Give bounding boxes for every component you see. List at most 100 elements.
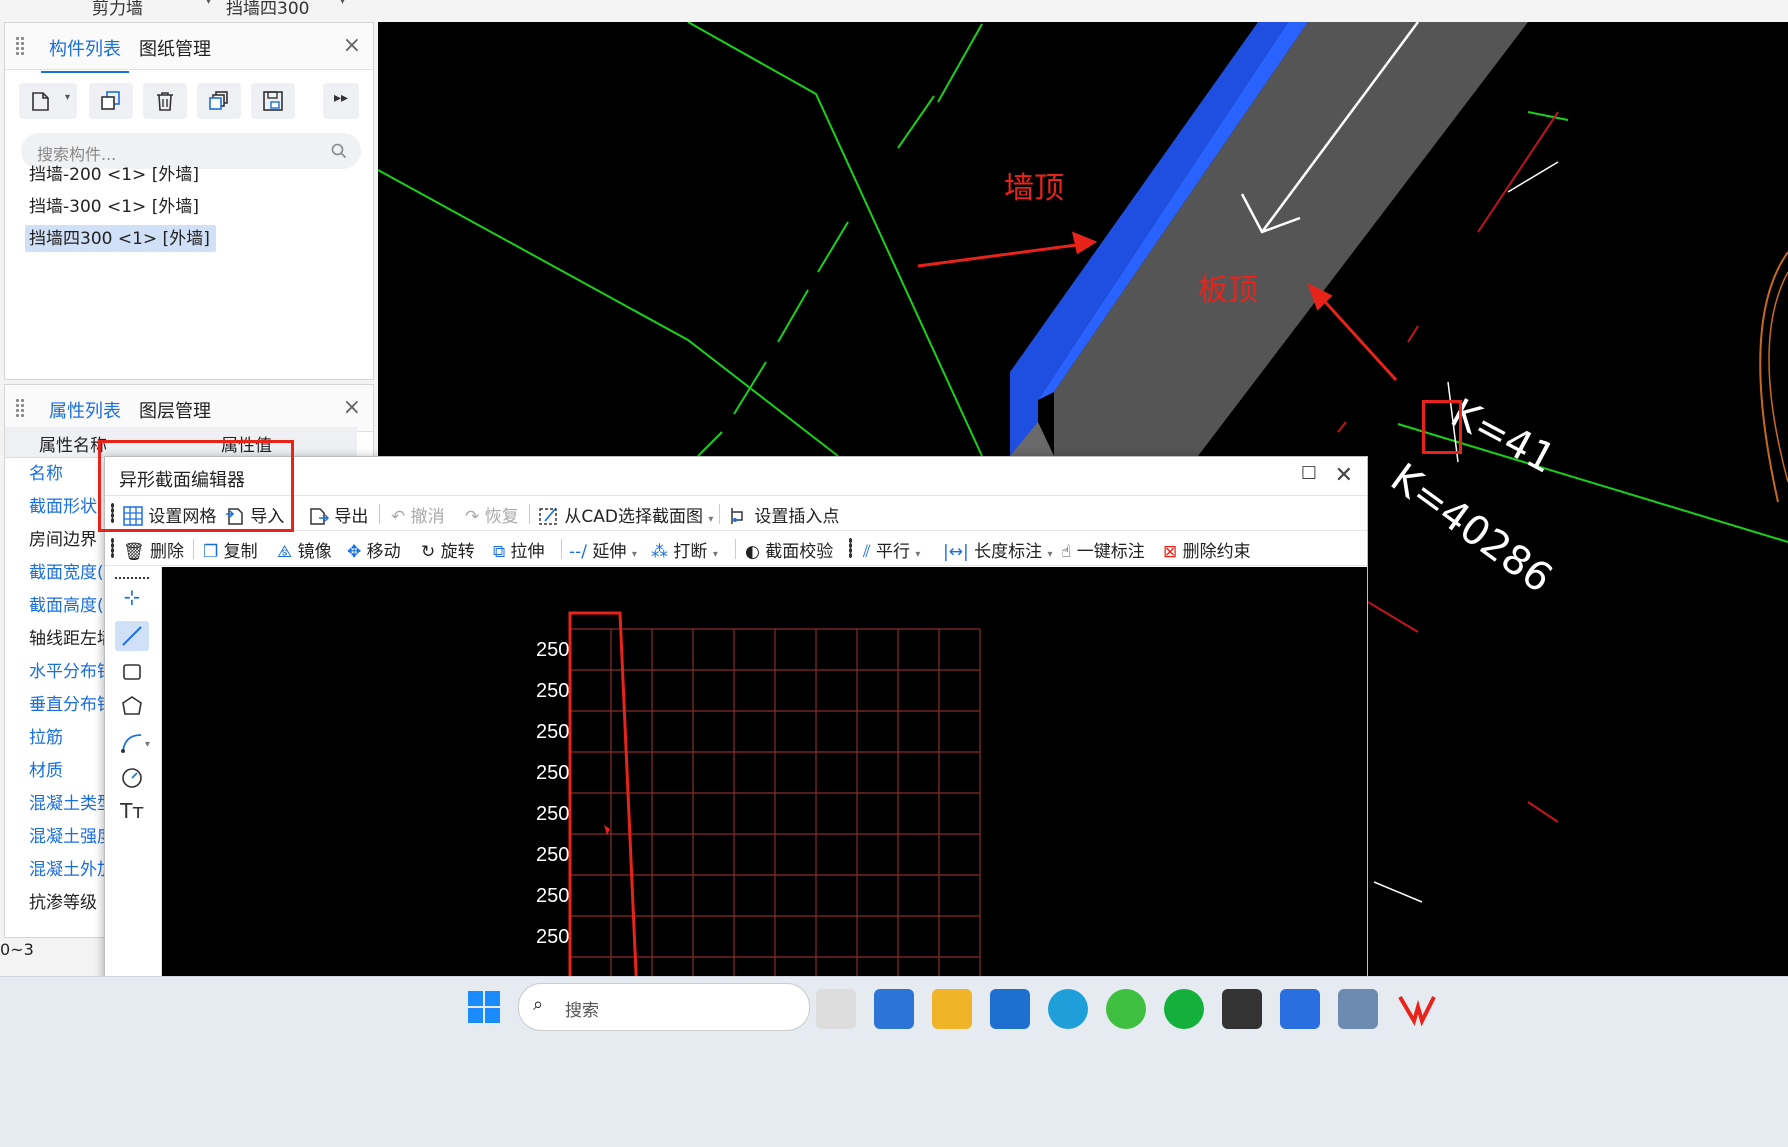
property-row-label[interactable]: 拉筋 (29, 727, 63, 749)
property-row-label[interactable]: 抗渗等级 (29, 892, 97, 914)
component-combo[interactable]: 挡墙四300 (226, 0, 309, 19)
set-insert-point-label: 设置插入点 (754, 507, 840, 527)
property-row-label[interactable]: 混凝土外加 (29, 859, 114, 881)
layer-copy-button[interactable] (197, 83, 241, 119)
chevron-down-icon[interactable]: ▾ (708, 514, 713, 525)
cad-select-icon (539, 507, 557, 525)
wps-icon[interactable] (1396, 989, 1436, 1029)
annotation-highlight-box (1422, 400, 1462, 454)
stretch-button[interactable]: ⧉ 拉伸 (493, 537, 545, 562)
copy-component-button[interactable] (89, 83, 133, 119)
list-item[interactable]: 挡墙-300 <1> [外墙] (25, 193, 205, 220)
select-from-cad-button[interactable]: 从CAD选择截面图 ▾ (539, 502, 713, 527)
maximize-icon[interactable]: ☐ (1301, 463, 1317, 484)
section-grid: 250 250 250 250 250 250 250 250 (536, 611, 981, 1017)
drag-grip-icon[interactable] (849, 538, 852, 558)
start-icon[interactable] (466, 989, 506, 1029)
polygon-tool-icon[interactable] (115, 691, 149, 721)
app-icon[interactable] (1222, 989, 1262, 1029)
property-row-label[interactable]: 轴线距左墙 (29, 628, 114, 650)
section-canvas[interactable]: 250 250 250 250 250 250 250 250 (162, 567, 1367, 1017)
section-check-label: 截面校验 (765, 542, 834, 562)
move-button[interactable]: ✥ 移动 (347, 537, 401, 562)
slab-top-label: 板顶 (1198, 273, 1258, 308)
property-row-label[interactable]: 混凝土类型 (29, 793, 114, 815)
mirror-button[interactable]: ⧌ 镜像 (277, 537, 332, 562)
list-item-selected[interactable]: 挡墙四300 <1> [外墙] (25, 225, 216, 252)
delete-constraint-label: 删除约束 (1182, 542, 1251, 562)
folder-icon[interactable] (932, 989, 972, 1029)
redo-button[interactable]: ↷ 恢复 (465, 502, 519, 527)
wall-top-label: 墙顶 (1004, 171, 1064, 206)
delete-component-button[interactable] (143, 83, 187, 119)
search-icon[interactable] (331, 143, 347, 159)
tab-drawing-management[interactable]: 图纸管理 (139, 35, 211, 61)
drag-grip-icon[interactable] (15, 36, 25, 56)
store-icon[interactable] (990, 989, 1030, 1029)
chevron-down-icon[interactable]: ▾ (206, 0, 211, 7)
taskbar-search-input[interactable]: ⌕ 搜索 (518, 983, 810, 1031)
app-icon[interactable] (874, 989, 914, 1029)
close-icon[interactable]: ✕ (1335, 463, 1353, 488)
set-insert-point-button[interactable]: 设置插入点 (729, 502, 839, 527)
arc-tool-icon[interactable]: ▾ (115, 727, 150, 757)
tab-property-list[interactable]: 属性列表 (41, 397, 129, 435)
section-editor-dialog: 异形截面编辑器 ☐ ✕ 设置网格 导入 导出 ↶ 撤消 ↷ 恢复 从CAD选择截… (104, 456, 1368, 1018)
property-row-label[interactable]: 混凝土强度 (29, 826, 114, 848)
section-check-button[interactable]: ◐ 截面校验 (745, 537, 833, 562)
tab-layer-management[interactable]: 图层管理 (139, 397, 211, 423)
drag-grip-icon[interactable] (15, 398, 25, 418)
chevron-down-icon[interactable]: ▾ (65, 92, 70, 103)
rotate-button[interactable]: ↻ 旋转 (421, 537, 475, 562)
circle-tool-icon[interactable] (115, 763, 149, 793)
property-row-label[interactable]: 名称 (29, 463, 63, 485)
copy-button[interactable]: ❐ 复制 (203, 537, 258, 562)
parallel-button[interactable]: ⫽ 平行 ▾ (863, 537, 920, 562)
chevron-down-icon[interactable]: ▾ (713, 549, 718, 560)
toolbar-separator (529, 504, 530, 524)
trash-icon: 🗑︎ (123, 542, 145, 562)
new-component-button[interactable]: ▾ (19, 83, 77, 119)
line-tool-icon[interactable] (115, 621, 149, 651)
property-row-label[interactable]: 截面形状 (29, 496, 97, 518)
more-button[interactable]: ▸▸ (323, 83, 359, 119)
list-item[interactable]: 挡墙-200 <1> [外墙] (25, 161, 205, 188)
edge-icon[interactable] (1048, 989, 1088, 1029)
chevron-down-icon[interactable]: ▾ (915, 549, 920, 560)
type-combo[interactable]: 剪力墙 (92, 0, 143, 19)
calculator-icon[interactable] (1338, 989, 1378, 1029)
property-row-label[interactable]: 材质 (29, 760, 63, 782)
select-from-cad-label: 从CAD选择截面图 (564, 507, 703, 527)
text-tool-icon[interactable]: Tт (115, 799, 149, 829)
undo-button[interactable]: ↶ 撤消 (391, 502, 445, 527)
property-row-label[interactable]: 垂直分布钢 (29, 694, 114, 716)
save-as-button[interactable] (251, 83, 295, 119)
wechat-icon[interactable] (1164, 989, 1204, 1029)
browser-icon[interactable] (1106, 989, 1146, 1029)
close-icon[interactable]: × (343, 395, 361, 420)
delete-constraint-button[interactable]: ⊠ 删除约束 (1163, 537, 1251, 562)
one-key-dimension-button[interactable]: ☝ 一键标注 (1061, 537, 1145, 562)
tab-component-list[interactable]: 构件列表 (41, 35, 129, 73)
chevron-down-icon[interactable]: ▾ (632, 549, 637, 560)
feishu-icon[interactable] (1280, 989, 1320, 1029)
export-button[interactable]: 导出 (309, 502, 368, 527)
chevron-down-icon[interactable]: ▾ (340, 0, 345, 7)
move-label: 移动 (366, 542, 401, 562)
extend-button[interactable]: --/ 延伸 ▾ (569, 537, 637, 562)
length-dimension-button[interactable]: |↔| 长度标注 ▾ (943, 537, 1053, 562)
close-icon[interactable]: × (343, 33, 361, 58)
property-row-label[interactable]: 水平分布钢 (29, 661, 114, 683)
export-label: 导出 (334, 507, 369, 527)
tool-grip[interactable] (115, 573, 149, 579)
top-toolbar-strip: 剪力墙 ▾ 挡墙四300 ▾ (0, 0, 1788, 22)
rectangle-tool-icon[interactable] (115, 657, 149, 687)
break-button[interactable]: ⁂ 打断 ▾ (651, 537, 718, 562)
delete-button[interactable]: 🗑︎ 删除 (123, 537, 184, 562)
delete-label: 删除 (150, 542, 184, 562)
drag-grip-icon[interactable] (111, 538, 114, 558)
app-icon[interactable] (816, 989, 856, 1029)
property-row-label[interactable]: 房间边界 (29, 529, 97, 551)
chevron-down-icon[interactable]: ▾ (1048, 549, 1053, 560)
point-tool-icon[interactable]: ⊹ (115, 585, 149, 615)
